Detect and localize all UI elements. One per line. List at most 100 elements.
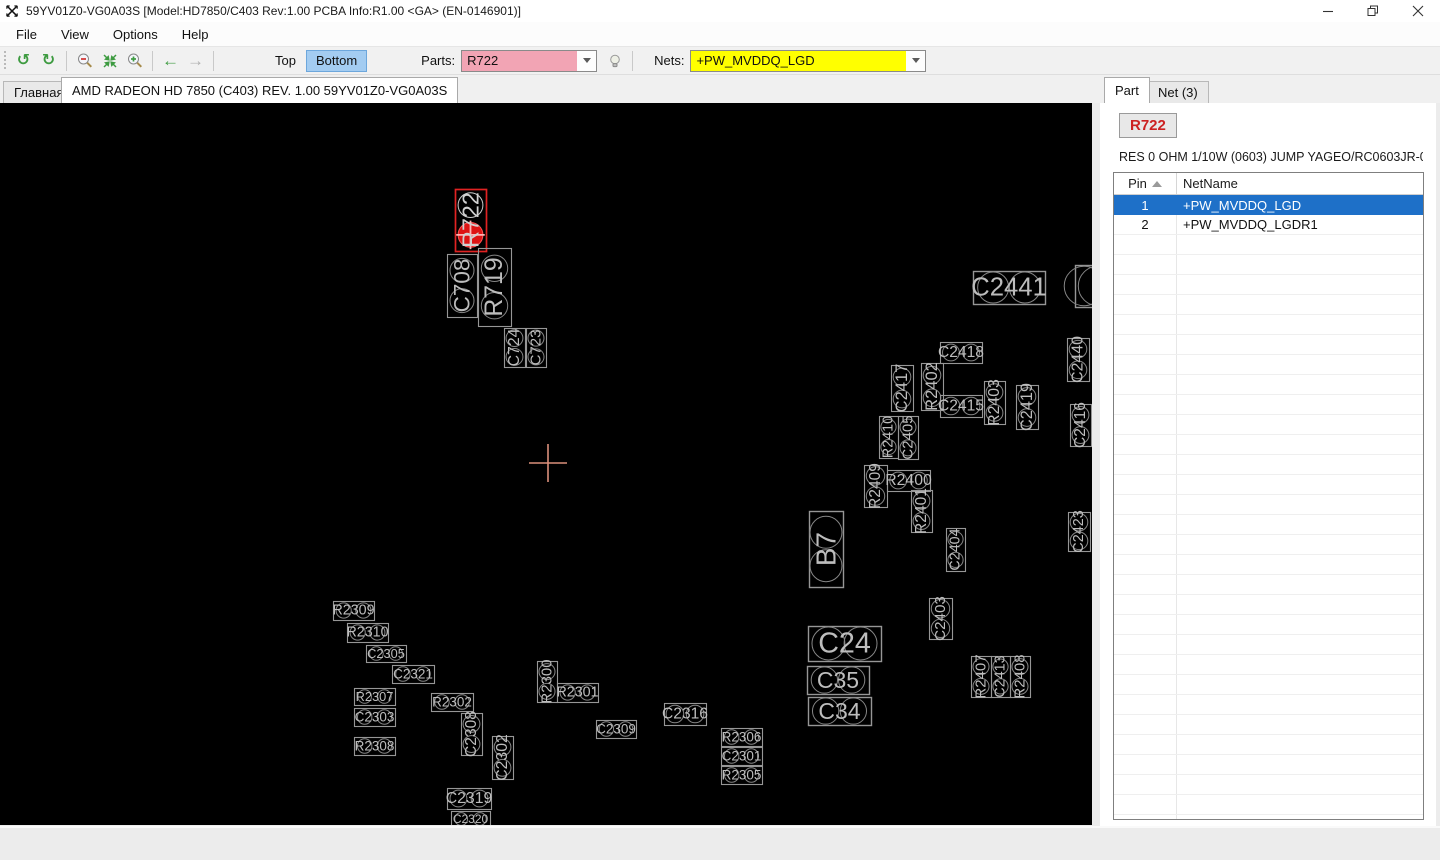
tab-bar: Главная AMD RADEON HD 7850 (C403) REV. 1… bbox=[0, 75, 1440, 103]
component-R2308[interactable]: R2308 bbox=[353, 736, 397, 757]
component-label: R2305 bbox=[722, 768, 762, 783]
zoom-fit-icon bbox=[102, 53, 117, 68]
app-window: 59YV01Z0-VG0A03S [Model:HD7850/C403 Rev:… bbox=[0, 0, 1440, 860]
component-C2419[interactable]: C2419 bbox=[1015, 383, 1040, 431]
zoom-fit-button[interactable] bbox=[98, 49, 121, 72]
pin-net-table: Pin NetName 1 +PW_MVDDQ_LGD 2 +PW_MVDDQ_LGD… bbox=[1113, 172, 1424, 820]
component-C723[interactable]: C723 bbox=[525, 327, 548, 369]
component-C2319[interactable]: C2319 bbox=[446, 787, 493, 811]
component-label: C34 bbox=[818, 698, 860, 724]
part-description: RES 0 OHM 1/10W (0603) JUMP YAGEO/RC0603… bbox=[1119, 150, 1423, 164]
tab-net[interactable]: Net (3) bbox=[1147, 81, 1209, 103]
highlight-bulb-button[interactable] bbox=[603, 49, 626, 72]
component-R2310[interactable]: R2310 bbox=[346, 622, 390, 644]
component-C2418[interactable]: C2418 bbox=[938, 341, 984, 365]
minimize-button[interactable] bbox=[1305, 0, 1350, 22]
component-R2306[interactable]: R2306 bbox=[720, 727, 764, 748]
main-area: R722 C708 R719 C724 C723 C2441 C2418 C2417 R2402… bbox=[0, 103, 1440, 826]
component-R2408[interactable]: R2408 bbox=[1009, 654, 1032, 699]
back-button[interactable]: ← bbox=[159, 49, 182, 72]
menu-bar: File View Options Help bbox=[0, 22, 1440, 46]
side-bottom-button[interactable]: Bottom bbox=[305, 49, 368, 72]
tab-part[interactable]: Part bbox=[1104, 77, 1150, 103]
zoom-in-button[interactable] bbox=[123, 49, 146, 72]
table-row[interactable]: 1 +PW_MVDDQ_LGD bbox=[1114, 195, 1423, 215]
component-C2320[interactable]: C2320 bbox=[450, 810, 492, 826]
menu-options[interactable]: Options bbox=[101, 24, 170, 45]
component-label: C2415 bbox=[938, 398, 984, 415]
table-row-empty bbox=[1114, 775, 1423, 795]
component-C2441[interactable]: C2441 bbox=[971, 270, 1047, 306]
zoom-out-button[interactable] bbox=[73, 49, 96, 72]
component-R2309[interactable]: R2309 bbox=[332, 600, 376, 622]
chevron-down-icon[interactable] bbox=[906, 50, 926, 71]
column-header-netname[interactable]: NetName bbox=[1177, 176, 1423, 191]
component-label: R2407 bbox=[973, 654, 990, 698]
component-C2321[interactable]: C2321 bbox=[391, 664, 436, 685]
component-C2416[interactable]: C2416 bbox=[1069, 402, 1092, 448]
rotate-cw-button[interactable]: ↻ bbox=[37, 49, 60, 72]
component-label: C724 bbox=[506, 328, 523, 366]
component-C2404[interactable]: C2404 bbox=[945, 527, 967, 573]
component-C24[interactable]: C24 bbox=[807, 625, 883, 663]
component-C2415[interactable]: C2415 bbox=[938, 394, 984, 419]
component-R2300[interactable]: R2300 bbox=[536, 659, 559, 704]
menu-help[interactable]: Help bbox=[170, 24, 221, 45]
component-R2407[interactable]: R2407 bbox=[970, 654, 993, 699]
component-C2309[interactable]: C2309 bbox=[595, 719, 638, 740]
component-R2307[interactable]: R2307 bbox=[353, 687, 397, 707]
forward-button[interactable]: → bbox=[184, 49, 207, 72]
parts-combobox[interactable]: R722 bbox=[461, 49, 598, 72]
component-label: C2309 bbox=[596, 722, 636, 737]
cell-pin: 2 bbox=[1114, 215, 1177, 234]
nets-combobox[interactable]: +PW_MVDDQ_LGD bbox=[690, 49, 927, 72]
restore-button[interactable] bbox=[1350, 0, 1395, 22]
component-R2301[interactable]: R2301 bbox=[556, 682, 600, 704]
component-C2440[interactable]: C2440 bbox=[1066, 336, 1091, 383]
component-C2417[interactable]: C2417 bbox=[890, 364, 915, 413]
component-label: R2410 bbox=[881, 416, 897, 458]
component-R2410[interactable]: R2410 bbox=[878, 416, 900, 460]
table-row-empty bbox=[1114, 595, 1423, 615]
title-bar: 59YV01Z0-VG0A03S [Model:HD7850/C403 Rev:… bbox=[0, 0, 1440, 22]
table-header[interactable]: Pin NetName bbox=[1114, 173, 1423, 195]
board-canvas[interactable]: R722C708 R719C724 C723C2441C2418C2417 R2402… bbox=[0, 103, 1092, 825]
menu-file[interactable]: File bbox=[4, 24, 49, 45]
menu-view[interactable]: View bbox=[49, 24, 101, 45]
column-header-pin[interactable]: Pin bbox=[1114, 173, 1177, 194]
chevron-down-icon[interactable] bbox=[577, 50, 597, 71]
tab-board[interactable]: AMD RADEON HD 7850 (C403) REV. 1.00 59YV… bbox=[61, 77, 459, 103]
nets-value: +PW_MVDDQ_LGD bbox=[691, 50, 907, 71]
board-view: R722 C708 R719 C724 C723 C2441 C2418 C2417 R2402… bbox=[0, 103, 1092, 825]
cell-pin: 1 bbox=[1141, 197, 1149, 213]
component-label: R2309 bbox=[332, 603, 374, 619]
side-top-label[interactable]: Top bbox=[275, 53, 296, 68]
toolbar-grip[interactable] bbox=[3, 50, 7, 71]
component-R2403[interactable]: R2403 bbox=[983, 379, 1007, 426]
table-row-empty bbox=[1114, 735, 1423, 755]
table-row-empty bbox=[1114, 395, 1423, 415]
component-R719[interactable]: R719 bbox=[477, 247, 513, 328]
component-C2316[interactable]: C2316 bbox=[662, 702, 708, 727]
component-C2308[interactable]: C2308 bbox=[460, 711, 484, 757]
component-R722[interactable]: R722 bbox=[454, 188, 488, 253]
component-label: C2441 bbox=[971, 274, 1047, 302]
component-C2303[interactable]: C2303 bbox=[353, 707, 397, 728]
close-button[interactable] bbox=[1395, 0, 1440, 22]
component-label: C2308 bbox=[463, 711, 480, 757]
component-C2413[interactable]: C2413 bbox=[990, 655, 1012, 699]
rotate-ccw-button[interactable]: ↺ bbox=[12, 49, 35, 72]
component-R2305[interactable]: R2305 bbox=[720, 765, 764, 786]
component-C2305[interactable]: C2305 bbox=[365, 644, 408, 664]
component-C2302[interactable]: C2302 bbox=[491, 734, 515, 781]
component-R2302[interactable]: R2302 bbox=[430, 692, 475, 713]
table-row[interactable]: 2 +PW_MVDDQ_LGDR1 bbox=[1114, 215, 1423, 235]
component-C724[interactable]: C724 bbox=[503, 327, 527, 369]
component-C708[interactable]: C708 bbox=[446, 253, 479, 319]
component-C2301[interactable]: C2301 bbox=[720, 746, 764, 767]
component-R2401[interactable]: R2401 bbox=[910, 488, 934, 534]
component-label: C2423 bbox=[1071, 510, 1087, 552]
component-C2405[interactable]: C2405 bbox=[897, 415, 920, 461]
component-label: C2413 bbox=[993, 655, 1009, 697]
table-row-empty bbox=[1114, 475, 1423, 495]
